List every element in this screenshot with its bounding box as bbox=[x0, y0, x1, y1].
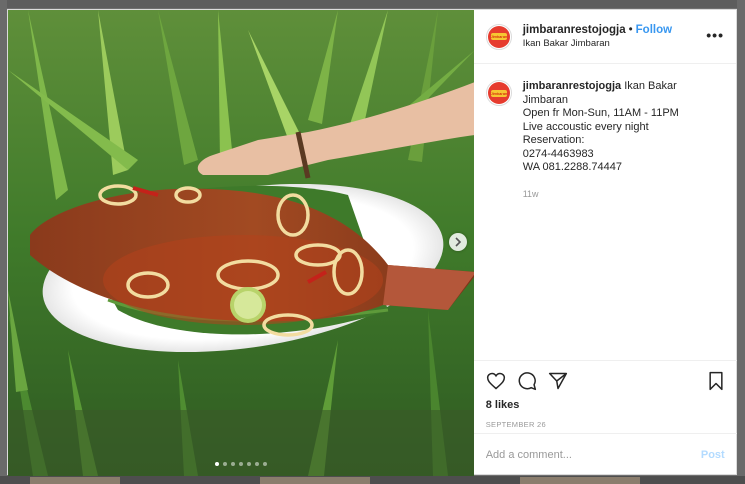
location-link[interactable]: Ikan Bakar Jimbaran bbox=[523, 38, 672, 49]
caption-text-line: Open fr Mon-Sun, 11AM - 11PM bbox=[522, 107, 679, 119]
carousel-dot bbox=[262, 462, 267, 466]
comment-input[interactable] bbox=[485, 449, 701, 461]
carousel-dot bbox=[230, 462, 235, 466]
share-icon[interactable] bbox=[548, 371, 568, 391]
caption-text-line: 0274-4463983 bbox=[522, 147, 594, 160]
caption-username[interactable]: jimbaranrestojogja bbox=[523, 80, 621, 92]
background-strip-top bbox=[0, 0, 745, 8]
background-strip-left bbox=[0, 0, 7, 484]
background-strip-right bbox=[737, 0, 745, 484]
action-bar: 8 likes SEPTEMBER 26 bbox=[473, 360, 737, 429]
comment-icon[interactable] bbox=[517, 371, 537, 391]
post-comment-button[interactable]: Post bbox=[701, 449, 725, 461]
comment-box: Post bbox=[473, 433, 737, 476]
heart-icon[interactable] bbox=[486, 371, 506, 391]
next-image-button[interactable] bbox=[449, 233, 467, 251]
caption-text-line: Reservation: bbox=[522, 134, 585, 146]
logo-icon: Jimbaran bbox=[487, 25, 510, 48]
carousel-dot bbox=[246, 462, 251, 466]
caption-text-line: WA 081.2288.74447 bbox=[522, 161, 623, 173]
carousel-dot bbox=[238, 462, 243, 466]
separator-bullet: • bbox=[628, 24, 633, 36]
post-header: Jimbaran jimbaranrestojogja • Follow Ikan … bbox=[473, 10, 736, 64]
post-sidebar: Jimbaran jimbaranrestojogja • Follow Ikan … bbox=[473, 10, 737, 476]
likes-count[interactable]: 8 likes bbox=[486, 399, 725, 411]
bookmark-icon[interactable] bbox=[707, 371, 725, 391]
carousel-dot bbox=[214, 462, 219, 466]
post-card: Jimbaran jimbaranrestojogja • Follow Ikan … bbox=[7, 9, 737, 476]
caption-text-line: Live accoustic every night bbox=[522, 120, 649, 133]
caption-avatar[interactable]: Jimbaran bbox=[485, 80, 512, 106]
carousel-indicator bbox=[8, 462, 474, 466]
chevron-right-icon bbox=[455, 237, 462, 247]
post-age[interactable]: 11w bbox=[523, 188, 679, 202]
logo-icon: Jimbaran bbox=[487, 82, 510, 104]
carousel-dot bbox=[222, 462, 227, 466]
carousel-dot bbox=[254, 462, 259, 466]
username-link[interactable]: jimbaranrestojogja bbox=[523, 24, 626, 36]
follow-button[interactable]: Follow bbox=[636, 24, 672, 36]
caption-text-line: Ikan Bakar bbox=[624, 80, 677, 92]
background-strip-bottom bbox=[0, 476, 745, 484]
post-date[interactable]: SEPTEMBER 26 bbox=[486, 420, 725, 429]
avatar[interactable]: Jimbaran bbox=[485, 23, 512, 50]
more-options-icon[interactable]: ••• bbox=[706, 28, 724, 42]
caption-text-line: Jimbaran bbox=[522, 93, 568, 106]
food-photo bbox=[8, 10, 474, 476]
post-image[interactable] bbox=[8, 10, 474, 476]
